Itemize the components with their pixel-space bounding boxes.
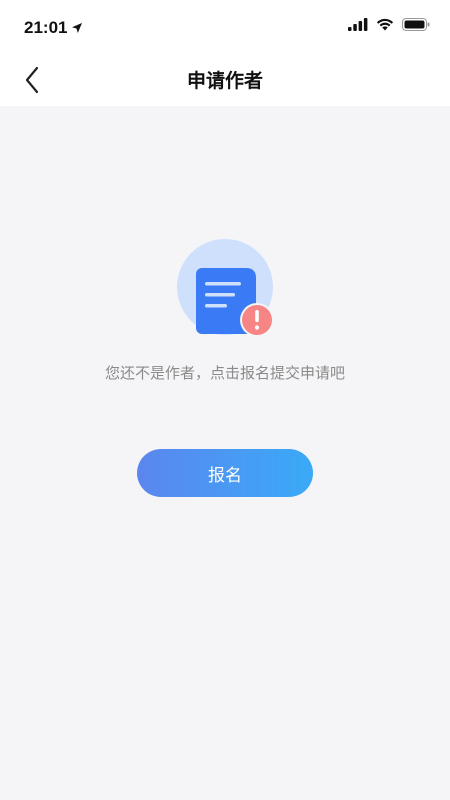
empty-state-message: 您还不是作者，点击报名提交申请吧 [104, 364, 345, 382]
status-time-text: 21:01 [24, 18, 68, 37]
location-arrow-icon [72, 23, 83, 33]
nav-bar: 申请作者 [0, 52, 450, 106]
page-title: 申请作者 [186, 70, 263, 92]
status-bar: 21:01 [0, 0, 450, 52]
document-warning-icon [177, 239, 274, 337]
signal-icon [348, 18, 368, 31]
wifi-icon [376, 18, 394, 31]
battery-icon [402, 18, 430, 31]
apply-author-screen: 21:01 申请作者 您还不是作者，点击报名提交申请吧 报名 [0, 0, 450, 800]
status-time: 21:01 [24, 18, 83, 38]
status-icons [348, 18, 430, 31]
signup-button[interactable]: 报名 [137, 449, 313, 497]
